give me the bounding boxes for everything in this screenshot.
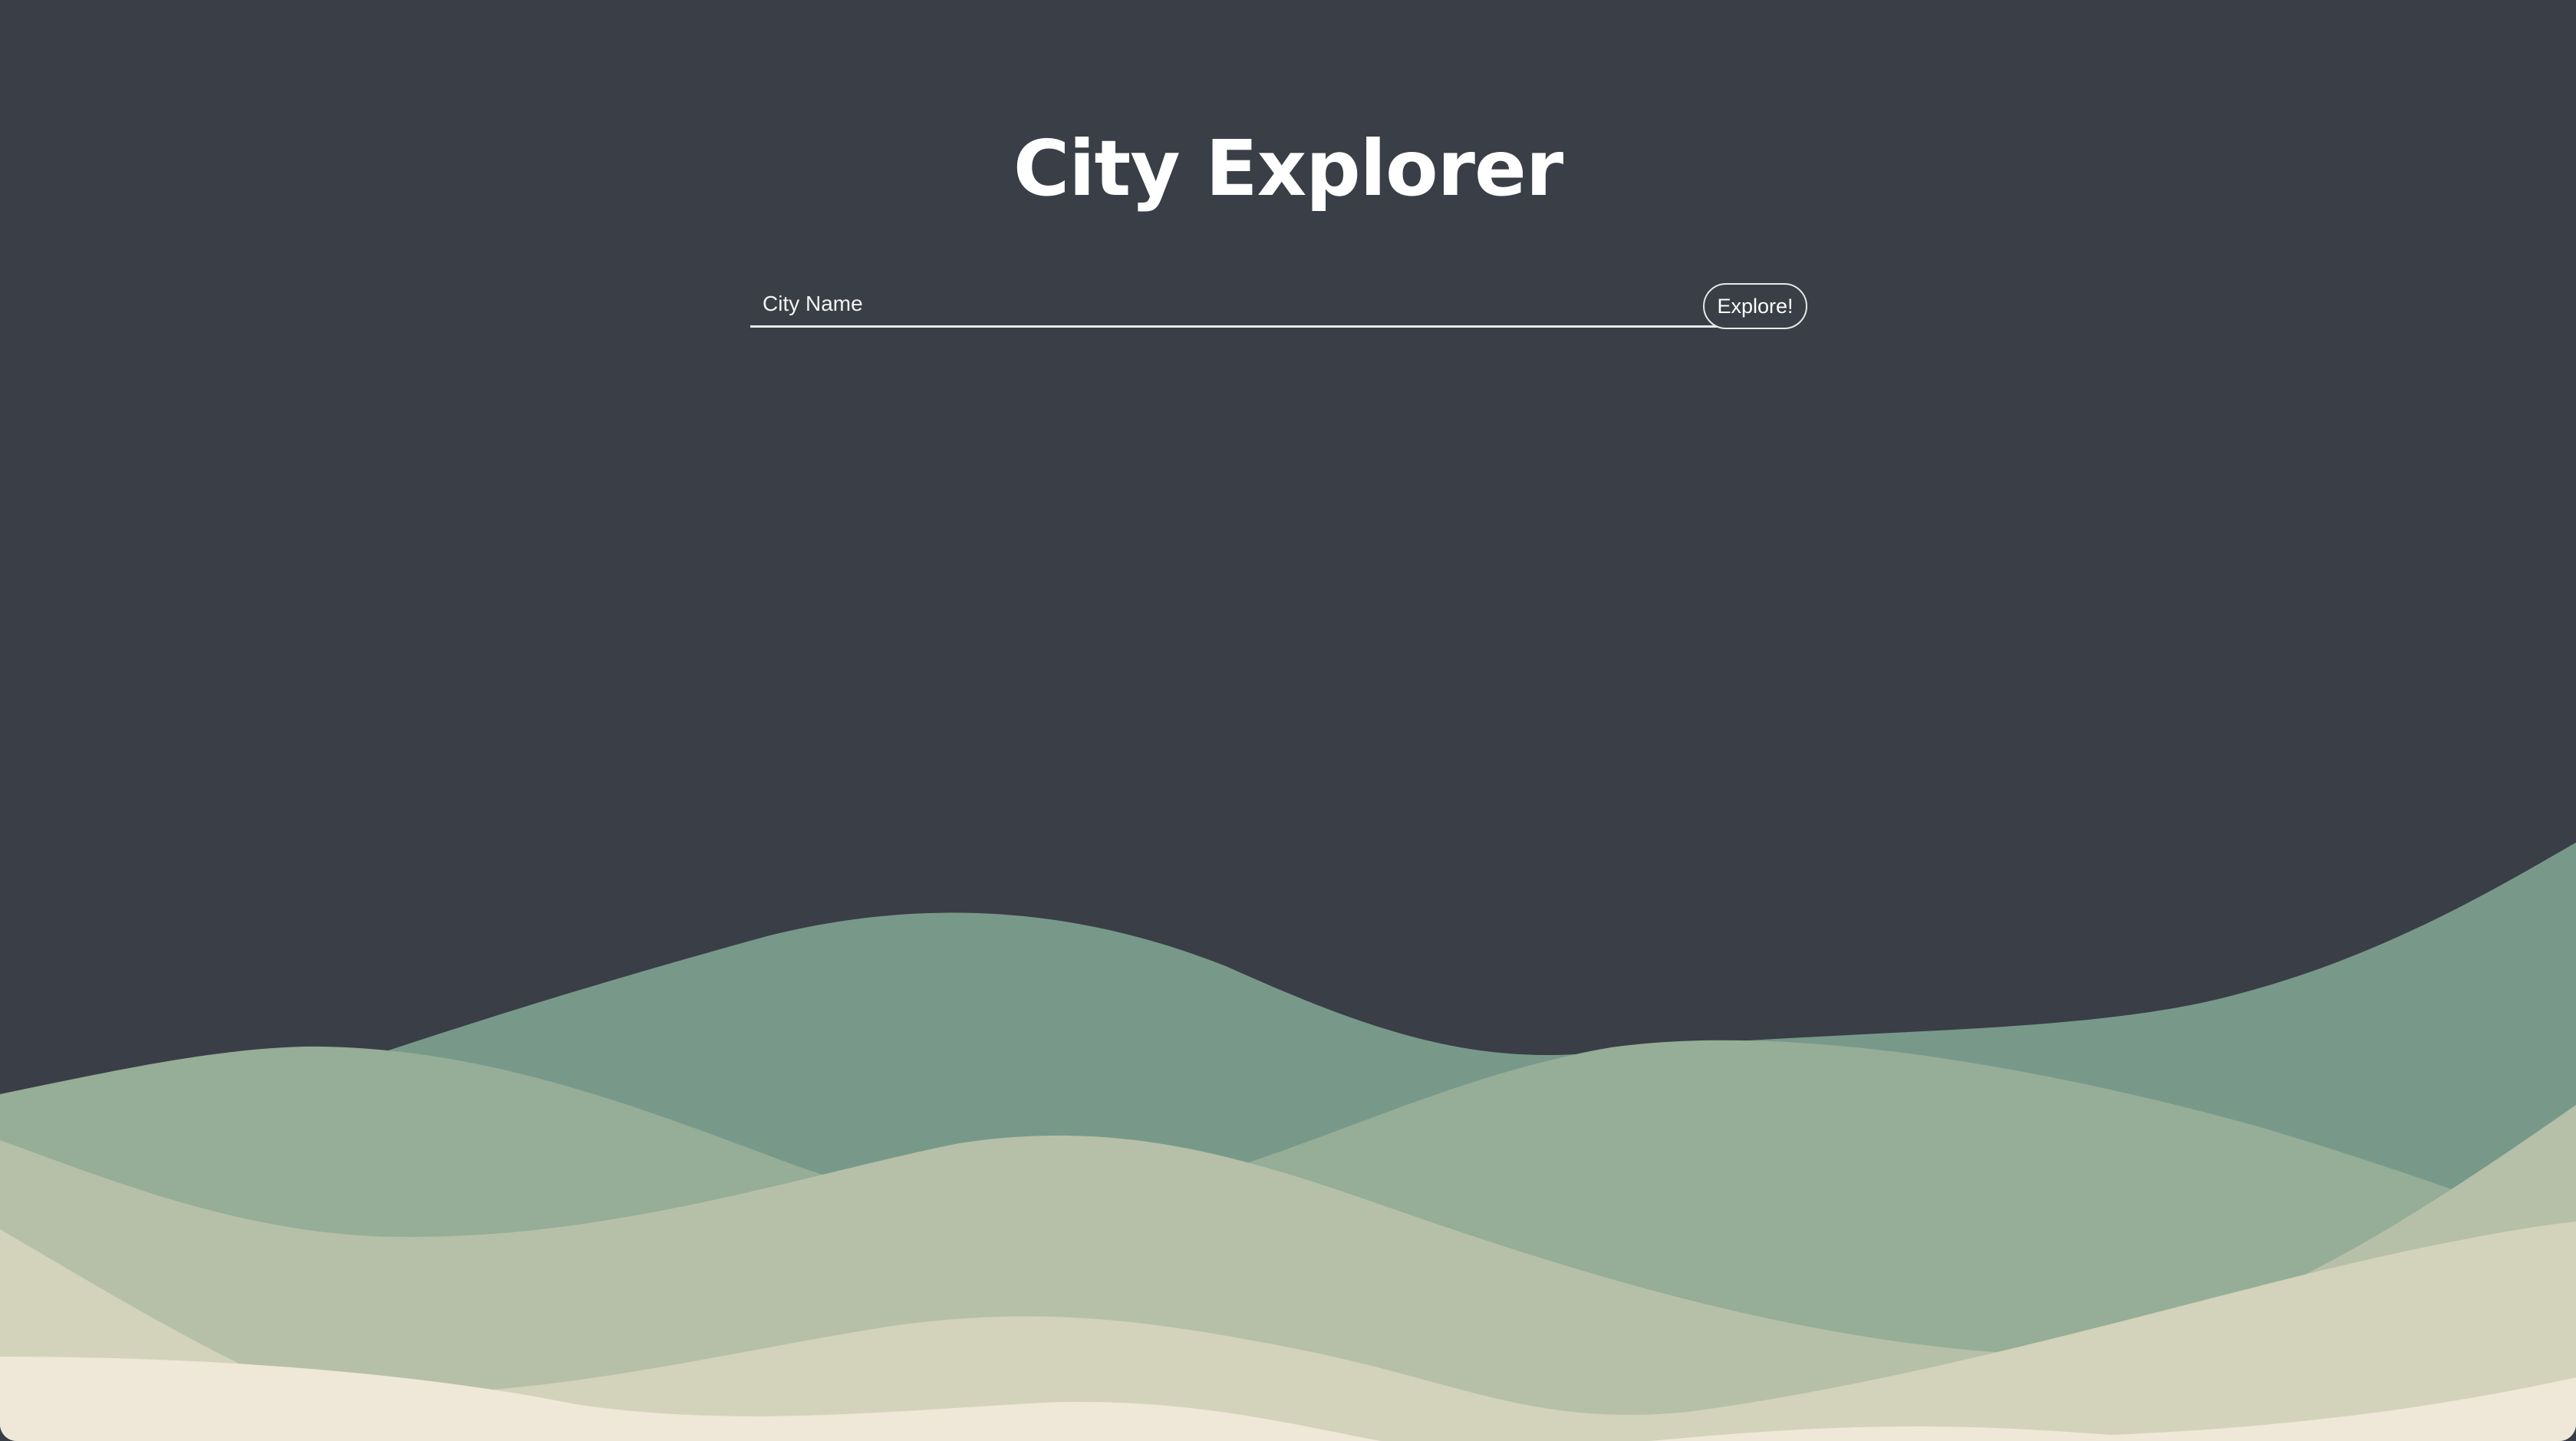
page-title: City Explorer bbox=[1013, 124, 1563, 213]
city-explorer-page: City Explorer Explore! bbox=[0, 0, 2576, 1441]
city-name-input[interactable] bbox=[750, 282, 1720, 328]
explore-button[interactable]: Explore! bbox=[1703, 283, 1807, 329]
city-search-form: Explore! bbox=[750, 282, 1824, 331]
